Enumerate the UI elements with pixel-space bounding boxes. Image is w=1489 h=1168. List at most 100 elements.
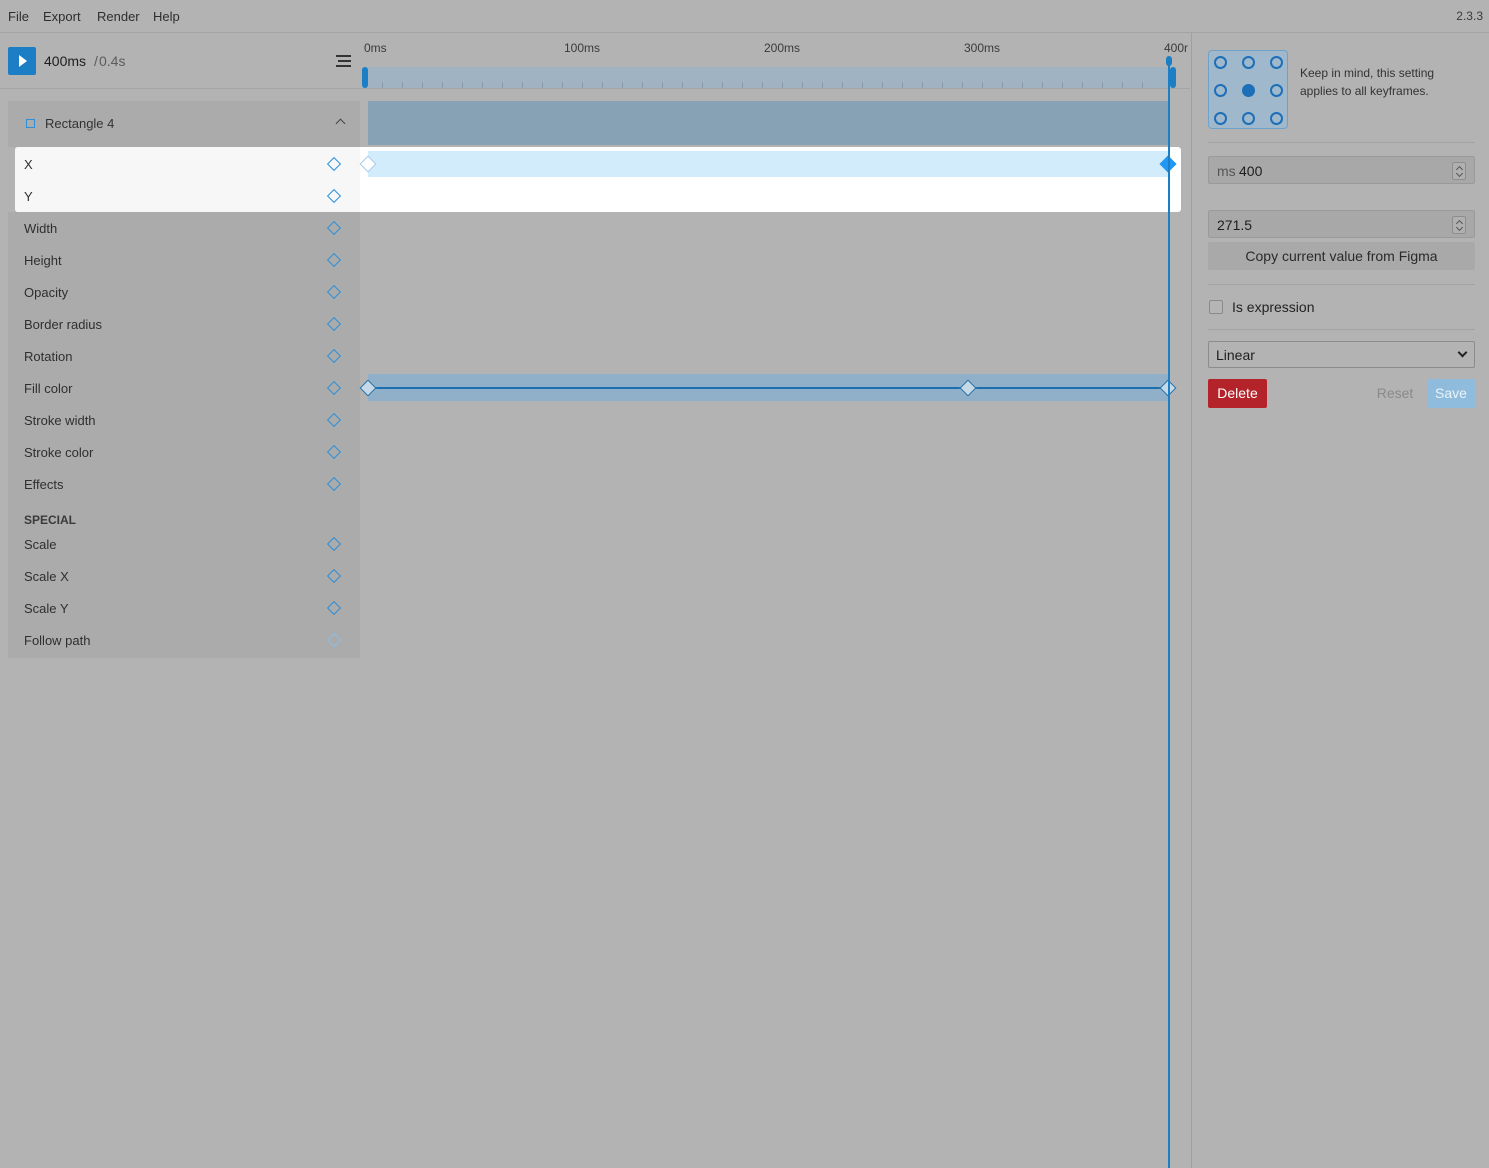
playhead-line[interactable] xyxy=(1168,58,1170,1168)
property-row-rotation[interactable]: Rotation xyxy=(8,340,352,372)
version-label: 2.3.3 xyxy=(1456,9,1483,23)
anchor-note: Keep in mind, this setting applies to al… xyxy=(1300,66,1435,98)
property-label: Stroke width xyxy=(24,413,96,428)
add-keyframe-diamond-icon[interactable] xyxy=(326,600,342,616)
property-row-border-radius[interactable]: Border radius xyxy=(8,308,352,340)
add-keyframe-diamond-icon[interactable] xyxy=(326,348,342,364)
ruler-label-300: 300ms xyxy=(964,41,1001,55)
menu-export[interactable]: Export xyxy=(43,9,81,24)
property-row-scale-x[interactable]: Scale X xyxy=(8,560,352,592)
layer-header[interactable]: Rectangle 4 xyxy=(8,101,360,145)
property-row-stroke-color[interactable]: Stroke color xyxy=(8,436,352,468)
ruler-label-400: 400r xyxy=(1164,41,1189,55)
property-row-fill-color[interactable]: Fill color xyxy=(8,372,352,404)
property-label: Y xyxy=(24,189,33,204)
anchor-top-left[interactable] xyxy=(1214,56,1227,69)
property-label: Scale xyxy=(24,537,57,552)
x-keyframe-range[interactable] xyxy=(368,151,1168,177)
anchor-bottom-right[interactable] xyxy=(1270,112,1283,125)
anchor-top-right[interactable] xyxy=(1270,56,1283,69)
property-label: Border radius xyxy=(24,317,103,332)
add-keyframe-diamond-icon[interactable] xyxy=(326,284,342,300)
reset-button[interactable]: Reset xyxy=(1367,379,1423,408)
menu-render[interactable]: Render xyxy=(97,9,140,24)
list-menu-icon[interactable] xyxy=(336,55,351,67)
anchor-top-center[interactable] xyxy=(1242,56,1255,69)
fill-color-interpolation-line xyxy=(368,387,1168,389)
property-label: Width xyxy=(24,221,58,236)
scrubber-start-handle[interactable] xyxy=(362,67,368,88)
menu-bar: File Export Render Help 2.3.3 xyxy=(0,0,1489,33)
add-keyframe-diamond-icon[interactable] xyxy=(326,220,342,236)
timeline-scrubber[interactable] xyxy=(362,67,1176,88)
anchor-center-selected[interactable] xyxy=(1242,84,1255,97)
property-row-opacity[interactable]: Opacity xyxy=(8,276,352,308)
time-separator: / xyxy=(94,53,98,69)
value-stepper-icon[interactable] xyxy=(1452,216,1466,234)
property-label: Effects xyxy=(24,477,64,492)
time-stepper-icon[interactable] xyxy=(1452,162,1466,180)
ruler-divider xyxy=(360,88,1190,89)
property-row-scale-y[interactable]: Scale Y xyxy=(8,592,352,624)
easing-value: Linear xyxy=(1216,347,1255,363)
property-label: Height xyxy=(24,253,62,268)
property-label: Opacity xyxy=(24,285,69,300)
add-keyframe-diamond-icon[interactable] xyxy=(326,568,342,584)
ruler-label-200: 200ms xyxy=(764,41,801,55)
property-label: X xyxy=(24,157,33,172)
keyframe-time-field[interactable]: ms 400 xyxy=(1208,156,1475,184)
special-heading: SPECIAL xyxy=(24,513,77,527)
add-keyframe-diamond-icon[interactable] xyxy=(326,476,342,492)
anchor-bottom-left[interactable] xyxy=(1214,112,1227,125)
add-keyframe-diamond-icon[interactable] xyxy=(326,632,342,648)
scrubber-end-handle[interactable] xyxy=(1170,67,1176,88)
playhead-handle[interactable] xyxy=(1166,56,1172,66)
inspector-divider xyxy=(1191,33,1192,1168)
property-row-x[interactable]: X xyxy=(8,148,352,180)
anchor-middle-right[interactable] xyxy=(1270,84,1283,97)
layer-track-bar[interactable] xyxy=(368,101,1170,145)
add-keyframe-diamond-icon[interactable] xyxy=(326,316,342,332)
add-keyframe-diamond-icon[interactable] xyxy=(326,444,342,460)
easing-select[interactable]: Linear xyxy=(1208,341,1475,368)
property-row-stroke-width[interactable]: Stroke width xyxy=(8,404,352,436)
property-row-effects[interactable]: Effects xyxy=(8,468,352,500)
inspector-separator xyxy=(1208,329,1475,330)
save-button[interactable]: Save xyxy=(1427,379,1475,408)
property-label: Follow path xyxy=(24,633,91,648)
menu-file[interactable]: File xyxy=(8,9,29,24)
inspector-separator xyxy=(1208,284,1475,285)
delete-button[interactable]: Delete xyxy=(1208,379,1267,408)
toolbar-divider xyxy=(0,88,360,89)
copy-from-figma-button[interactable]: Copy current value from Figma xyxy=(1208,242,1475,270)
property-row-follow-path[interactable]: Follow path xyxy=(8,624,352,656)
property-row-width[interactable]: Width xyxy=(8,212,352,244)
ruler-label-100: 100ms xyxy=(564,41,601,55)
add-keyframe-diamond-icon[interactable] xyxy=(326,380,342,396)
add-keyframe-diamond-icon[interactable] xyxy=(326,412,342,428)
anchor-point-grid xyxy=(1208,50,1288,129)
total-time[interactable]: 0.4s xyxy=(99,53,125,69)
keyframe-value-field[interactable]: 271.5 xyxy=(1208,210,1475,238)
property-row-height[interactable]: Height xyxy=(8,244,352,276)
add-keyframe-diamond-icon[interactable] xyxy=(326,536,342,552)
add-keyframe-diamond-icon[interactable] xyxy=(326,188,342,204)
chevron-down-icon xyxy=(1457,347,1468,358)
rectangle-icon xyxy=(26,119,35,128)
play-button[interactable] xyxy=(8,47,36,75)
property-label: Scale X xyxy=(24,569,69,584)
property-row-y[interactable]: Y xyxy=(8,180,352,212)
layer-name: Rectangle 4 xyxy=(45,116,115,131)
anchor-middle-left[interactable] xyxy=(1214,84,1227,97)
menu-help[interactable]: Help xyxy=(153,9,180,24)
anchor-bottom-center[interactable] xyxy=(1242,112,1255,125)
is-expression-label: Is expression xyxy=(1232,299,1315,315)
property-label: Stroke color xyxy=(24,445,94,460)
property-label: Fill color xyxy=(24,381,73,396)
is-expression-checkbox[interactable] xyxy=(1209,300,1223,314)
add-keyframe-diamond-icon[interactable] xyxy=(326,252,342,268)
property-row-scale[interactable]: Scale xyxy=(8,528,352,560)
add-keyframe-diamond-icon[interactable] xyxy=(326,156,342,172)
chevron-up-icon[interactable] xyxy=(335,118,346,129)
property-label: Rotation xyxy=(24,349,73,364)
